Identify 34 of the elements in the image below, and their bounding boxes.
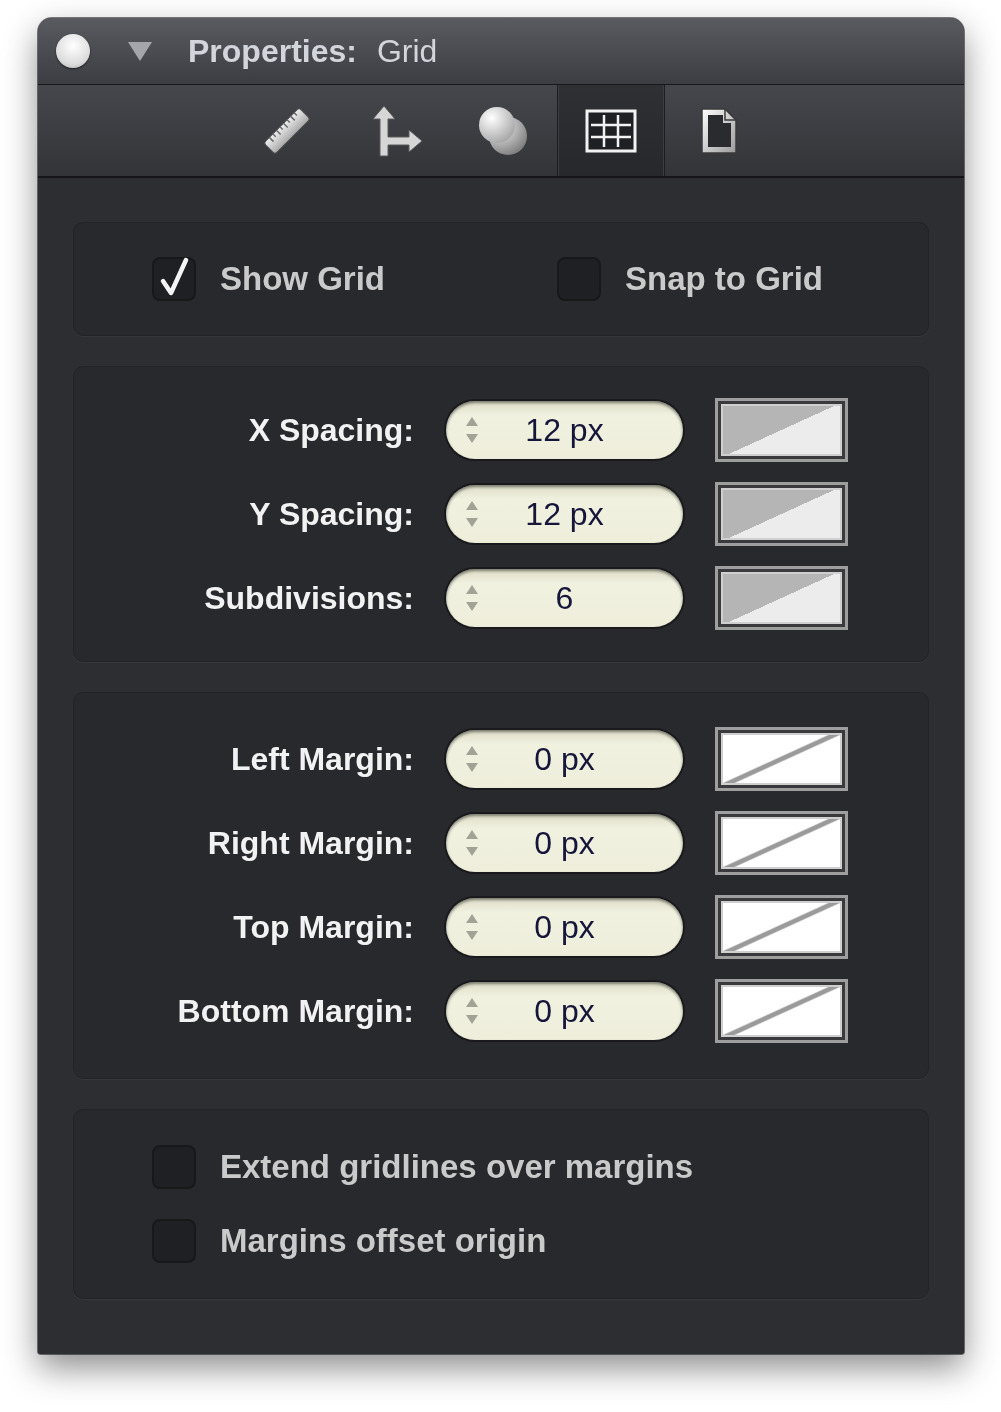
number-field[interactable]: 0 px bbox=[446, 982, 683, 1040]
checkbox[interactable] bbox=[152, 257, 196, 301]
grid-icon bbox=[585, 108, 637, 153]
field-label: Subdivisions: bbox=[203, 579, 414, 617]
number-field[interactable]: 12 px bbox=[446, 401, 683, 459]
number-field[interactable]: 0 px bbox=[446, 730, 683, 788]
window-subtitle: Grid bbox=[376, 32, 438, 70]
color-well[interactable] bbox=[715, 482, 848, 546]
color-well[interactable] bbox=[715, 727, 848, 791]
color-well[interactable] bbox=[715, 566, 848, 630]
color-well[interactable] bbox=[715, 811, 848, 875]
color-well[interactable] bbox=[715, 398, 848, 462]
color-well[interactable] bbox=[715, 895, 848, 959]
number-field[interactable]: 0 px bbox=[446, 898, 683, 956]
page-icon bbox=[699, 106, 739, 155]
field-label: Left Margin: bbox=[229, 740, 414, 778]
checkbox-label: Margins offset origin bbox=[220, 1222, 547, 1260]
close-button[interactable] bbox=[56, 34, 90, 68]
checkbox-label: Extend gridlines over margins bbox=[220, 1148, 694, 1186]
field-label: Bottom Margin: bbox=[176, 992, 414, 1030]
number-field[interactable]: 6 bbox=[446, 569, 683, 627]
field-label: Y Spacing: bbox=[248, 495, 414, 533]
checkbox-label: Show Grid bbox=[220, 260, 385, 298]
inspector-tab[interactable] bbox=[557, 85, 665, 176]
shapes-icon bbox=[477, 104, 529, 157]
field-label: Top Margin: bbox=[232, 908, 414, 946]
field-label: Right Margin: bbox=[206, 824, 414, 862]
color-well[interactable] bbox=[715, 979, 848, 1043]
field-label: X Spacing: bbox=[247, 411, 414, 449]
checkbox-label: Snap to Grid bbox=[625, 260, 823, 298]
number-field[interactable]: 0 px bbox=[446, 814, 683, 872]
window-title: Properties: bbox=[188, 32, 357, 70]
number-field[interactable]: 12 px bbox=[446, 485, 683, 543]
disclosure-triangle-icon[interactable] bbox=[127, 40, 153, 62]
